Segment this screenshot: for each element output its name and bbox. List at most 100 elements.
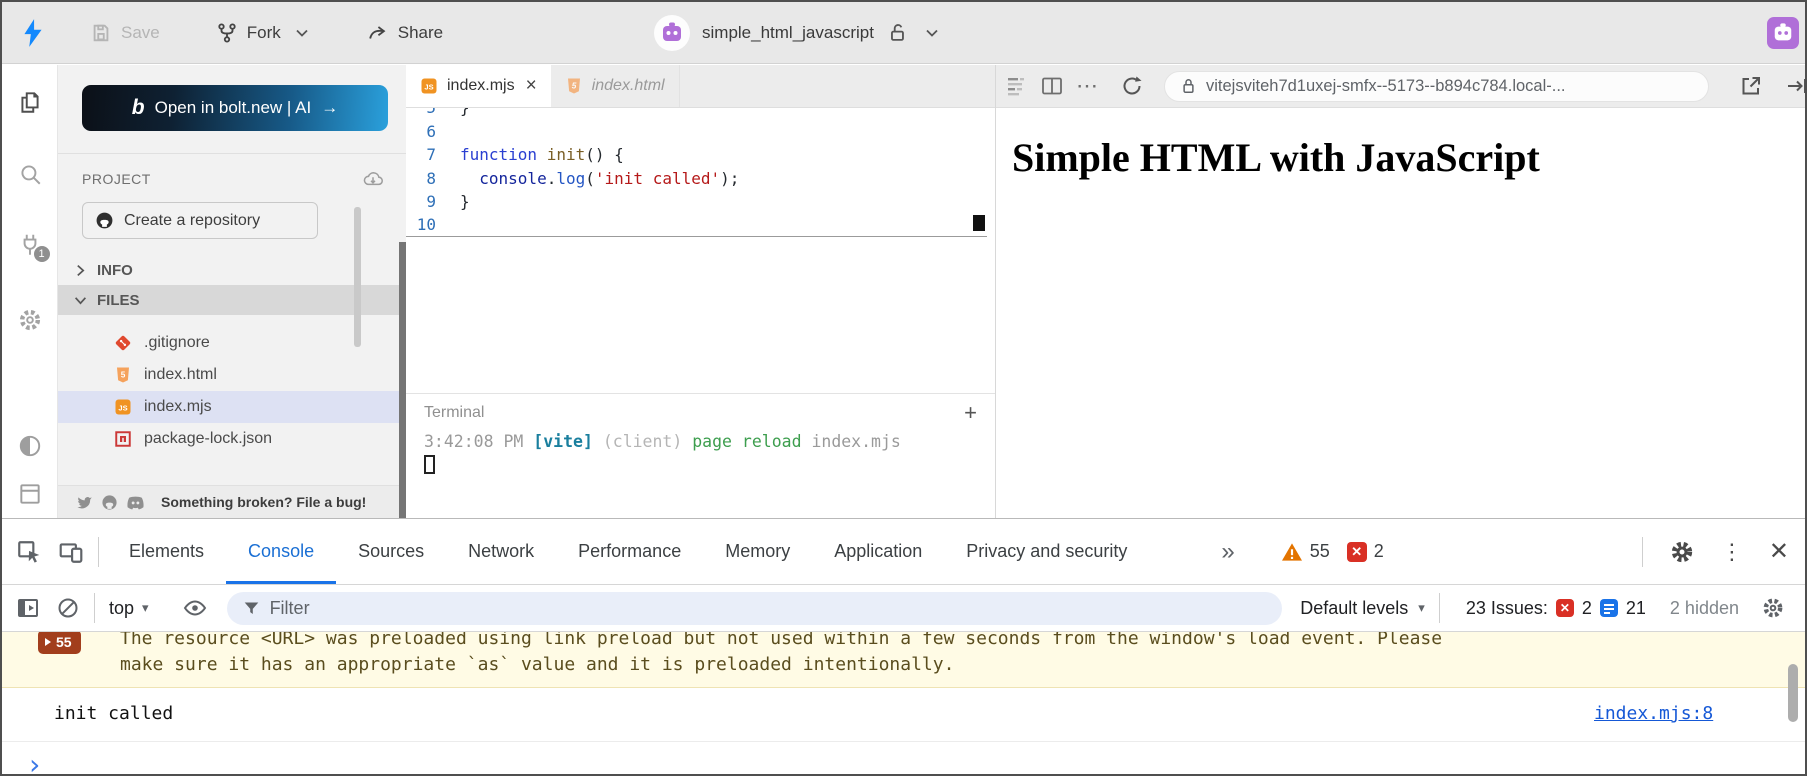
terminal-cursor[interactable] — [424, 455, 435, 474]
error-badge-icon: ✕ — [1347, 542, 1367, 562]
warning-repeat-badge[interactable]: 55 — [38, 632, 81, 654]
reload-icon[interactable] — [1120, 74, 1144, 98]
chevron-down-icon — [296, 29, 308, 37]
search-rail-button[interactable] — [17, 161, 43, 187]
more-actions-icon[interactable]: ⋯ — [1076, 73, 1098, 99]
editor-cursor-marker — [973, 215, 985, 231]
url-lock-icon — [1181, 77, 1196, 95]
inspect-element-icon[interactable] — [16, 539, 42, 565]
ports-rail-button[interactable]: 1 — [17, 232, 43, 258]
close-tab-icon[interactable]: × — [526, 75, 537, 97]
log-source-link[interactable]: index.mjs:8 — [1594, 703, 1713, 724]
discord-icon[interactable] — [126, 495, 145, 510]
panel-scrollbar[interactable] — [354, 207, 361, 347]
devtools-tab-privacy[interactable]: Privacy and security — [944, 519, 1149, 584]
console-warning-message[interactable]: 55 The resource <URL> was preloaded usin… — [2, 632, 1805, 688]
context-selector[interactable]: top ▾ — [109, 598, 149, 619]
project-avatar[interactable] — [654, 15, 690, 51]
issue-counters[interactable]: 55 ✕ 2 — [1281, 541, 1384, 562]
save-button[interactable]: Save — [90, 22, 160, 44]
console-scrollbar[interactable] — [1788, 664, 1798, 722]
fork-button[interactable]: Fork — [216, 21, 308, 45]
dropdown-arrow-icon: ▾ — [1418, 600, 1425, 616]
devtools-tab-memory[interactable]: Memory — [703, 519, 812, 584]
split-editor-icon[interactable] — [1040, 74, 1064, 98]
ports-badge: 1 — [34, 246, 50, 262]
devtools-panel: Elements Console Sources Network Perform… — [2, 518, 1805, 776]
share-button[interactable]: Share — [366, 22, 443, 44]
devtools-tab-network[interactable]: Network — [446, 519, 556, 584]
svg-text:5: 5 — [121, 370, 126, 379]
issues-label: 23 Issues: — [1466, 598, 1548, 619]
twitter-icon[interactable] — [76, 495, 93, 510]
open-external-icon[interactable] — [1739, 74, 1763, 98]
preview-pane: ⋯ vitejsviteh7d1uxej-smfx--5173--b894c78… — [995, 65, 1807, 518]
clear-console-icon[interactable] — [56, 596, 80, 620]
devtools-tab-performance[interactable]: Performance — [556, 519, 703, 584]
bug-report-bar[interactable]: Something broken? File a bug! — [58, 485, 406, 518]
open-in-bolt-button[interactable]: b Open in bolt.new | AI → — [82, 85, 388, 131]
console-messages[interactable]: 55 The resource <URL> was preloaded usin… — [2, 632, 1805, 775]
file-row-package-lock[interactable]: package-lock.json — [58, 423, 406, 455]
fork-label: Fork — [247, 23, 281, 43]
warning-text-line2: make sure it has an appropriate `as` val… — [120, 652, 1765, 678]
log-levels-selector[interactable]: Default levels ▾ — [1300, 598, 1425, 619]
devtools-tab-bar: Elements Console Sources Network Perform… — [2, 519, 1805, 585]
devtools-settings-icon[interactable] — [1669, 539, 1695, 565]
gear-icon — [17, 307, 43, 333]
devtools-close-icon[interactable]: ✕ — [1769, 537, 1789, 566]
create-repository-button[interactable]: Create a repository — [82, 202, 318, 239]
settings-rail-button[interactable] — [17, 307, 43, 333]
share-icon — [366, 22, 389, 44]
theme-toggle-button[interactable] — [17, 433, 43, 459]
file-row-index-mjs[interactable]: JS index.mjs — [58, 391, 406, 423]
preview-url-bar[interactable]: vitejsviteh7d1uxej-smfx--5173--b894c784.… — [1164, 71, 1709, 102]
open-in-side-panel-icon[interactable] — [1785, 74, 1807, 98]
cloud-sync-icon[interactable] — [362, 170, 384, 188]
code-editor[interactable]: 5} 6 7function init() { 8 console.log('i… — [406, 108, 995, 392]
device-toolbar-icon[interactable] — [58, 539, 84, 565]
file-name: package-lock.json — [144, 430, 272, 448]
devtools-tab-application[interactable]: Application — [812, 519, 944, 584]
hidden-messages-label[interactable]: 2 hidden — [1670, 598, 1739, 619]
log-text: init called — [54, 703, 173, 724]
files-rail-button[interactable] — [17, 89, 43, 115]
devtools-menu-icon[interactable]: ⋮ — [1721, 539, 1743, 565]
create-repository-label: Create a repository — [124, 212, 260, 230]
console-sidebar-icon[interactable] — [16, 596, 40, 620]
svg-text:JS: JS — [118, 403, 127, 412]
more-tabs-icon[interactable]: » — [1221, 538, 1234, 566]
devtools-tab-console[interactable]: Console — [226, 519, 336, 584]
devtools-tab-sources[interactable]: Sources — [336, 519, 446, 584]
line-number: 7 — [406, 145, 436, 164]
activity-rail: 1 — [2, 65, 58, 518]
tab-index-html[interactable]: 5 index.html — [551, 65, 680, 107]
lock-open-icon[interactable] — [886, 21, 908, 45]
share-label: Share — [398, 23, 443, 43]
js-file-icon: JS — [114, 398, 132, 416]
live-expression-eye-icon[interactable] — [183, 596, 207, 620]
devtools-tab-elements[interactable]: Elements — [107, 519, 226, 584]
project-name[interactable]: simple_html_javascript — [702, 23, 874, 43]
console-prompt[interactable]: › — [2, 742, 1805, 775]
add-terminal-icon[interactable]: + — [964, 402, 977, 424]
svg-text:JS: JS — [424, 82, 433, 91]
line-number: 8 — [406, 169, 436, 188]
console-settings-icon[interactable] — [1761, 596, 1785, 620]
top-bar: Save Fork Share simple_html_javascript — [2, 2, 1805, 64]
panel-editor-splitter[interactable] — [399, 242, 406, 518]
issues-counter[interactable]: 23 Issues: ✕ 2 21 — [1466, 598, 1646, 619]
chevron-down-icon[interactable] — [926, 29, 938, 37]
console-log-message[interactable]: init called index.mjs:8 — [2, 688, 1805, 742]
panel-layout-button[interactable] — [17, 481, 43, 507]
github-icon[interactable] — [101, 494, 118, 511]
console-filter[interactable] — [227, 592, 1283, 625]
tab-index-mjs[interactable]: JS index.mjs × — [406, 65, 551, 107]
filter-input[interactable] — [270, 598, 1154, 619]
line-number: 5 — [406, 108, 436, 117]
prettier-icon[interactable] — [1004, 74, 1028, 98]
account-tile[interactable] — [1767, 17, 1799, 49]
stackblitz-logo-icon[interactable] — [20, 18, 46, 48]
context-label: top — [109, 598, 134, 619]
file-row-index-html[interactable]: 5 index.html — [58, 359, 406, 391]
